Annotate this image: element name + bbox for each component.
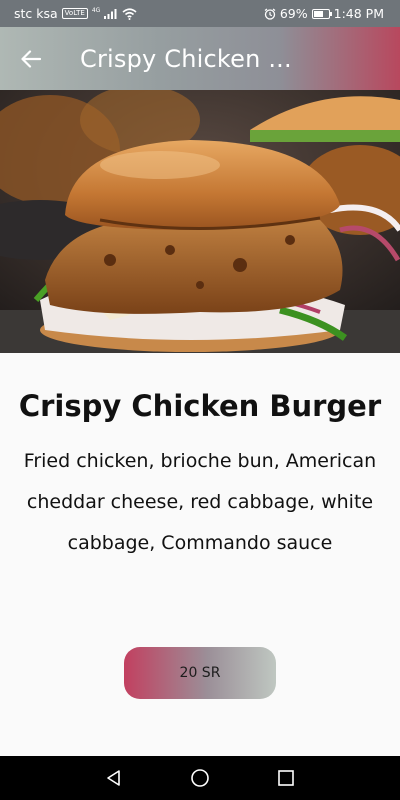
clock: 1:48 PM — [333, 6, 384, 21]
circle-home-icon — [191, 769, 209, 787]
arrow-left-icon — [21, 49, 41, 68]
status-bar: stc ksa VoLTE 4G 69% 1:48 PM — [0, 0, 400, 27]
nav-home-button[interactable] — [187, 765, 213, 791]
nav-back-button[interactable] — [101, 765, 127, 791]
network-type: 4G — [91, 6, 101, 14]
screen: stc ksa VoLTE 4G 69% 1:48 PM Crispy Chic… — [0, 0, 400, 800]
status-left: stc ksa VoLTE 4G — [14, 6, 137, 21]
nav-recents-button[interactable] — [273, 765, 299, 791]
battery-icon — [311, 8, 332, 19]
app-bar: Crispy Chicken ... — [0, 27, 400, 90]
volte-badge: VoLTE — [61, 8, 88, 19]
burger-illustration — [0, 90, 400, 353]
dish-description: Fried chicken, brioche bun, American che… — [23, 450, 377, 554]
triangle-back-icon — [107, 770, 120, 786]
dish-image — [0, 90, 400, 353]
dish-details: Crispy Chicken Burger Fried chicken, bri… — [0, 353, 400, 756]
square-recents-icon — [278, 770, 294, 786]
system-nav-bar — [0, 756, 400, 800]
back-button[interactable] — [0, 27, 62, 90]
page-title: Crispy Chicken ... — [80, 44, 292, 73]
carrier-label: stc ksa — [14, 6, 58, 21]
alarm-icon — [264, 8, 276, 20]
status-right: 69% 1:48 PM — [264, 6, 384, 21]
signal-icon — [104, 9, 117, 19]
price-button[interactable]: 20 SR — [124, 647, 276, 699]
dish-name: Crispy Chicken Burger — [18, 389, 382, 423]
wifi-icon — [122, 7, 137, 20]
battery-percent: 69% — [279, 6, 308, 21]
price-label: 20 SR — [179, 665, 221, 681]
battery-level — [313, 10, 324, 17]
